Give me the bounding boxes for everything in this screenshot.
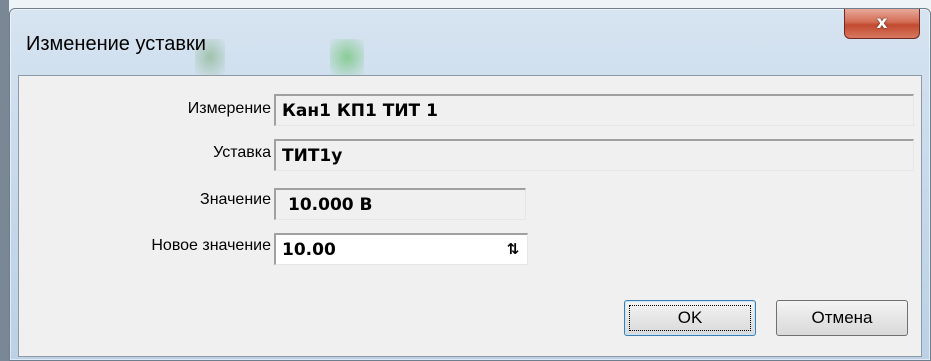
setpoint-label: Уставка xyxy=(213,144,271,161)
cancel-button[interactable]: Отмена xyxy=(776,300,908,336)
title-bar[interactable]: Изменение уставки x xyxy=(10,9,930,75)
new-value-input[interactable]: 10.00 ⇅ xyxy=(274,233,528,265)
dialog-title: Изменение уставки xyxy=(26,33,206,55)
measurement-field: Кан1 КП1 ТИТ 1 xyxy=(274,94,914,126)
current-value-label: Значение xyxy=(200,191,271,208)
close-icon: x xyxy=(876,13,888,33)
new-value-text: 10.00 xyxy=(282,240,336,260)
focus-rectangle xyxy=(629,305,751,331)
background-edge xyxy=(0,0,9,361)
measurement-label: Измерение xyxy=(187,100,271,117)
background-glow xyxy=(330,39,364,75)
cancel-button-label: Отмена xyxy=(811,308,873,327)
new-value-label: Новое значение xyxy=(151,237,271,254)
dialog-client-area: Измерение Кан1 КП1 ТИТ 1 Уставка ТИТ1у З… xyxy=(18,75,922,357)
ok-button[interactable]: OK xyxy=(624,300,756,336)
current-value-field: 10.000 В xyxy=(274,188,526,220)
setpoint-field: ТИТ1у xyxy=(274,139,914,171)
spin-arrows-icon[interactable]: ⇅ xyxy=(503,238,523,260)
dialog-window: Изменение уставки x Измерение Кан1 КП1 Т… xyxy=(9,8,931,361)
close-button[interactable]: x xyxy=(844,9,920,39)
